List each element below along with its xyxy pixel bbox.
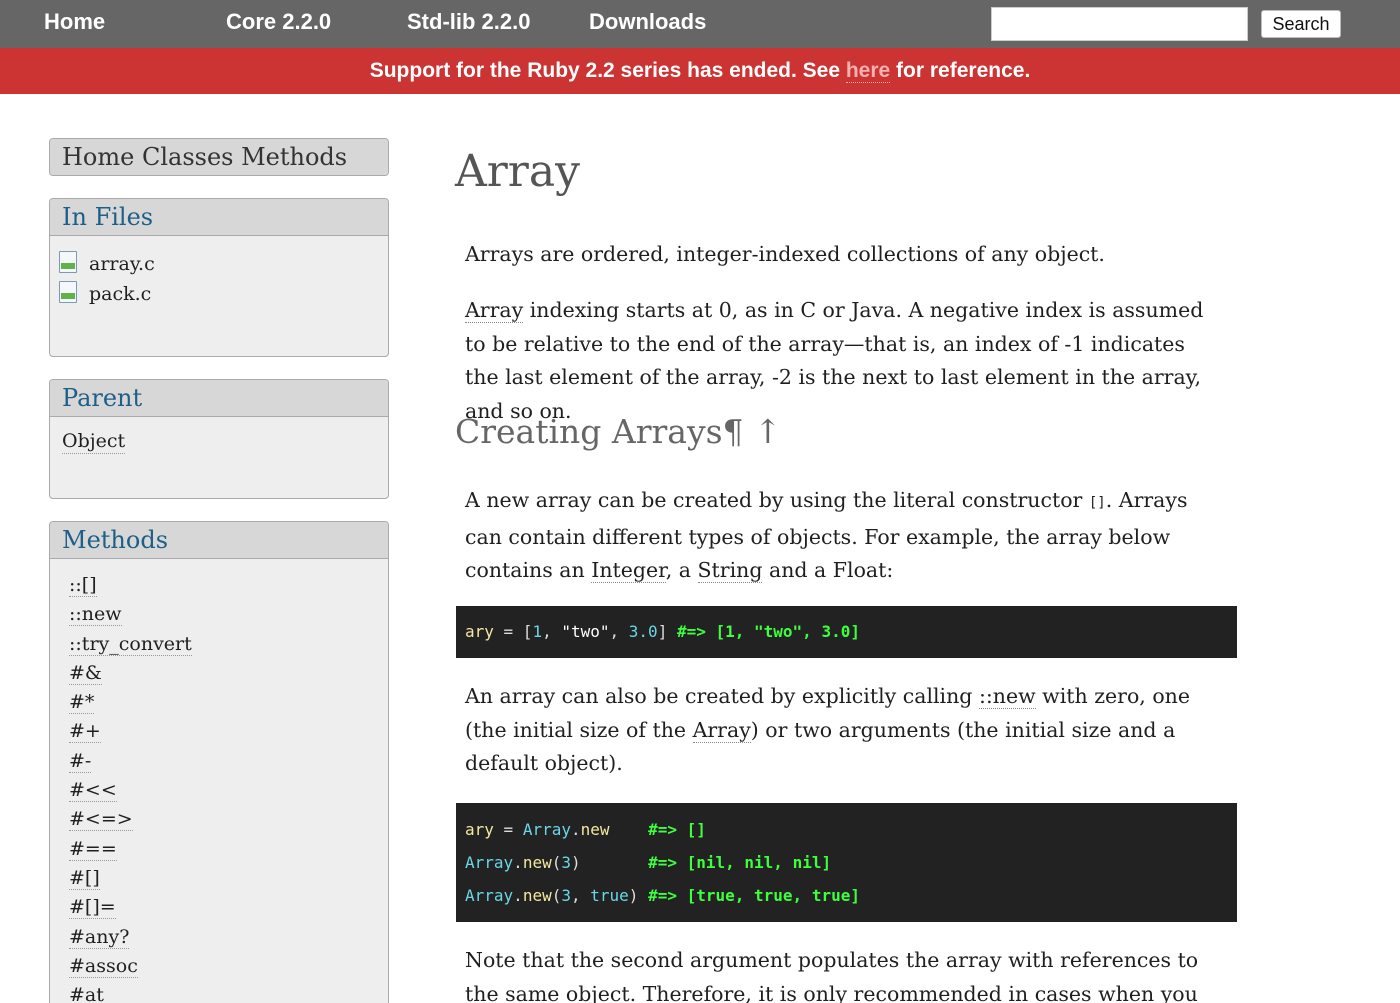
code-line: Array.new(3) #=> [nil, nil, nil]: [465, 853, 832, 872]
section-heading: Creating Arrays¶ ↑: [455, 412, 782, 451]
array-ref-link[interactable]: Array: [465, 298, 524, 323]
parent-box: Parent Object: [49, 379, 389, 499]
new-paragraph: An array can also be created by explicit…: [465, 684, 1191, 775]
file-name: array.c: [89, 253, 155, 275]
nav-home-link[interactable]: Home: [44, 9, 105, 35]
banner-text: Support for the Ruby 2.2 series has ende…: [369, 59, 846, 82]
parent-title: Parent: [50, 380, 388, 417]
method-item[interactable]: #==: [69, 835, 388, 864]
method-item[interactable]: #<<: [69, 776, 388, 805]
nav-downloads-link[interactable]: Downloads: [589, 9, 706, 35]
method-item[interactable]: ::try_convert: [69, 630, 388, 659]
method-item[interactable]: #+: [69, 717, 388, 746]
new-method-link[interactable]: ::new: [978, 684, 1036, 709]
methods-list: ::[] ::new ::try_convert #& #* #+ #- #<<…: [50, 559, 388, 1003]
method-item[interactable]: #any?: [69, 923, 388, 952]
in-files-title: In Files: [50, 199, 388, 236]
search-button[interactable]: Search: [1261, 10, 1341, 38]
intro-paragraph: Arrays are ordered, integer-indexed coll…: [465, 242, 1105, 266]
string-ref-link[interactable]: String: [697, 558, 763, 583]
search-input[interactable]: [991, 7, 1248, 41]
file-name: pack.c: [89, 283, 152, 305]
method-item[interactable]: ::[]: [69, 571, 388, 600]
file-item-array-c[interactable]: array.c: [50, 249, 388, 279]
code-line: Array.new(3, true) #=> [true, true, true…: [465, 886, 860, 905]
method-item[interactable]: #*: [69, 688, 388, 717]
nav-core-link[interactable]: Core 2.2.0: [226, 9, 331, 35]
method-item[interactable]: #[]=: [69, 893, 388, 922]
nav-stdlib-link[interactable]: Std-lib 2.2.0: [407, 9, 530, 35]
sidebar-nav-links[interactable]: Home Classes Methods: [50, 139, 388, 175]
method-item[interactable]: ::new: [69, 600, 388, 629]
parent-link[interactable]: Object: [62, 429, 126, 454]
method-item[interactable]: #-: [69, 747, 388, 776]
banner-here-link[interactable]: here: [845, 59, 891, 83]
method-item[interactable]: #&: [69, 659, 388, 688]
array-ref-link-2[interactable]: Array: [692, 717, 751, 743]
banner-text-end: for reference.: [890, 59, 1031, 82]
indexing-paragraph: Array indexing starts at 0, as in C or J…: [465, 298, 1204, 423]
top-nav: Home Core 2.2.0 Std-lib 2.2.0 Downloads …: [0, 0, 1400, 48]
inline-code: []: [1088, 495, 1106, 511]
page-title: Array: [455, 146, 580, 197]
method-item[interactable]: #at: [69, 981, 388, 1003]
code-block-new: ary = Array.new #=> [] Array.new(3) #=> …: [456, 803, 1237, 922]
eol-banner: Support for the Ruby 2.2 series has ende…: [0, 48, 1400, 94]
method-item[interactable]: #assoc: [69, 952, 388, 981]
file-icon: [59, 281, 77, 303]
files-list: array.c pack.c: [50, 236, 388, 309]
note-paragraph: Note that the second argument populates …: [465, 948, 1199, 1003]
in-files-box: In Files array.c pack.c: [49, 198, 389, 357]
file-item-pack-c[interactable]: pack.c: [50, 279, 388, 309]
sidebar-nav-box: Home Classes Methods: [49, 138, 389, 176]
methods-title: Methods: [50, 522, 388, 559]
section-anchor-icon[interactable]: ¶ ↑: [723, 412, 782, 451]
code-block-literal: ary = [1, "two", 3.0] #=> [1, "two", 3.0…: [456, 606, 1237, 658]
literal-paragraph: A new array can be created by using the …: [465, 488, 1188, 583]
integer-ref-link[interactable]: Integer: [591, 558, 666, 583]
file-icon: [59, 251, 77, 273]
section-title: Creating Arrays: [455, 412, 723, 451]
code-line: ary = Array.new #=> []: [465, 820, 706, 839]
methods-box: Methods ::[] ::new ::try_convert #& #* #…: [49, 521, 389, 1003]
method-item[interactable]: #[]: [69, 864, 388, 893]
method-item[interactable]: #<=>: [69, 805, 388, 834]
